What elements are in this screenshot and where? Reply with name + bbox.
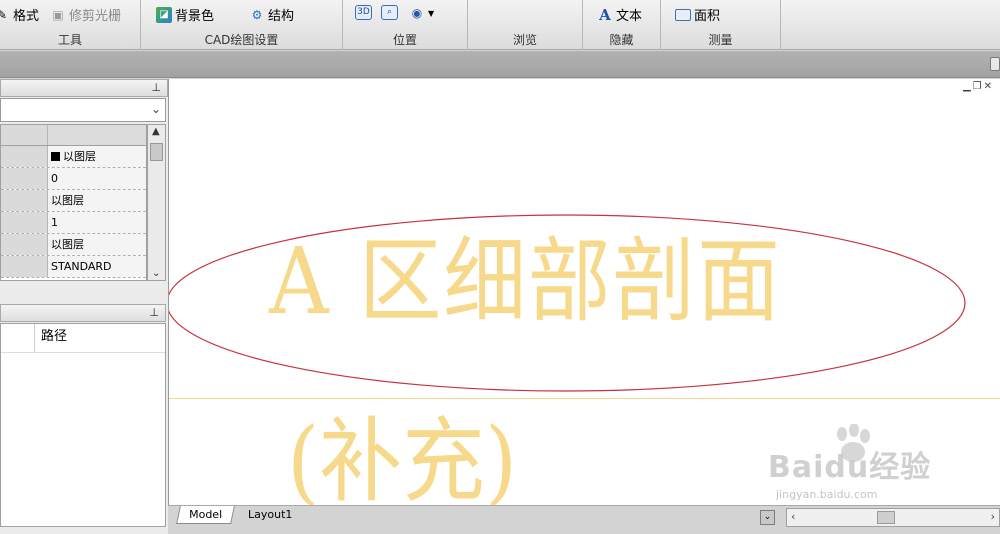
properties-selector[interactable]: ⌄ <box>0 98 166 122</box>
drawing-subtitle-text: (补充) <box>287 408 518 505</box>
ribbon-group-hide: A 文本 隐藏 <box>583 0 661 50</box>
group-label-hide: 隐藏 <box>609 33 634 47</box>
3d-view-icon: 3D <box>355 5 372 20</box>
orbit-dropdown-button[interactable]: ◉ ▼ <box>409 5 434 21</box>
structure-icon: ⚙ <box>251 7 263 22</box>
group-label-measure: 测量 <box>708 33 733 47</box>
strip-button[interactable] <box>990 57 1000 71</box>
tab-layout1[interactable]: Layout1 <box>238 506 302 524</box>
ribbon-group-cad-settings: ◪ 背景色 ⚙ 结构 CAD绘图设置 <box>141 0 343 50</box>
ribbon-group-browse: 浏览 <box>468 0 583 50</box>
ribbon-group-measure: 面积 测量 <box>661 0 781 50</box>
raster-clip-button[interactable]: ▣ 修剪光栅 <box>50 5 121 25</box>
properties-panel-title: ⊥ <box>0 79 168 97</box>
group-label-browse: 浏览 <box>512 33 537 47</box>
color-swatch <box>51 152 60 161</box>
scroll-up-icon[interactable]: ▲ <box>152 126 160 137</box>
format-painter-icon: ✎ <box>0 7 8 22</box>
property-row[interactable]: 以图层 <box>1 234 146 256</box>
baidu-watermark: Baidu经验 jingyan.baidu.com <box>768 424 996 510</box>
group-label-tools: 工具 <box>57 33 82 47</box>
chevron-down-icon: ⌄ <box>150 102 161 116</box>
tab-model[interactable]: Model <box>176 506 235 524</box>
grid-header <box>1 125 146 146</box>
files-panel: 路径 <box>0 323 166 527</box>
drawing-title-text: A 区细部剖面 <box>269 228 782 335</box>
property-row[interactable]: 1 <box>1 212 146 234</box>
tab-dropdown-button[interactable]: ⌄ <box>760 510 775 525</box>
scroll-thumb[interactable] <box>150 143 163 161</box>
scroll-left-icon[interactable]: ‹ <box>791 510 795 523</box>
area-button[interactable]: 面积 <box>675 5 720 24</box>
chevron-down-icon: ▼ <box>428 8 435 18</box>
horizontal-scrollbar[interactable]: ‹ › <box>786 508 1000 527</box>
ribbon-group-position: 3D ⌕ ◉ ▼ 位置 <box>343 0 468 50</box>
property-row[interactable]: 以图层 <box>1 190 146 212</box>
format-button[interactable]: ✎ 格式 <box>0 5 39 25</box>
area-measure-icon <box>675 8 691 21</box>
3d-view-button[interactable]: 3D <box>355 5 372 20</box>
files-panel-title: ⊥ <box>0 304 166 322</box>
zoom-icon: ⌕ <box>381 5 398 20</box>
watermark-text: Baidu经验 <box>768 450 932 485</box>
ribbon-bottom-strip <box>0 51 1000 78</box>
structure-button[interactable]: ⚙ 结构 <box>249 5 294 25</box>
ribbon-group-tools: ✎ 格式 ▣ 修剪光栅 工具 <box>0 0 141 50</box>
ribbon-toolbar: ✎ 格式 ▣ 修剪光栅 工具 ◪ 背景色 ⚙ 结构 CAD绘图设置 3D ⌕ ◉… <box>0 0 1000 50</box>
background-color-button[interactable]: ◪ 背景色 <box>156 5 214 24</box>
scroll-thumb[interactable] <box>877 511 895 524</box>
group-label-position: 位置 <box>392 33 417 47</box>
pin-icon[interactable]: ⊥ <box>149 306 159 319</box>
group-label-cad-settings: CAD绘图设置 <box>204 33 279 47</box>
path-column-header[interactable]: 路径 <box>34 324 67 352</box>
background-color-icon: ◪ <box>156 6 172 23</box>
chevron-down-icon: ⌄ <box>763 512 772 522</box>
watermark-url: jingyan.baidu.com <box>776 488 878 501</box>
property-row[interactable]: 以图层 <box>1 146 146 168</box>
text-button[interactable]: A 文本 <box>597 5 642 25</box>
orbit-dropdown-icon: ◉ <box>411 6 423 20</box>
property-row[interactable]: STANDARD <box>1 256 146 278</box>
properties-scrollbar[interactable]: ▲ ⌄ <box>147 124 166 281</box>
pin-icon[interactable]: ⊥ <box>151 81 161 94</box>
property-row[interactable]: 0 <box>1 168 146 190</box>
zoom-button[interactable]: ⌕ <box>381 5 398 20</box>
scroll-down-icon[interactable]: ⌄ <box>152 268 160 279</box>
drawing-horizontal-line <box>169 398 1000 399</box>
left-sidebar: ⊥ ⌄ 以图层 0 以图层 1 以图层 STANDARD ▲ ⌄ ⊥ 路径 <box>0 79 168 534</box>
text-A-icon: A <box>599 5 611 24</box>
scroll-right-icon[interactable]: › <box>991 510 995 523</box>
raster-clip-icon: ▣ <box>52 7 64 22</box>
properties-grid: 以图层 0 以图层 1 以图层 STANDARD <box>0 124 147 281</box>
